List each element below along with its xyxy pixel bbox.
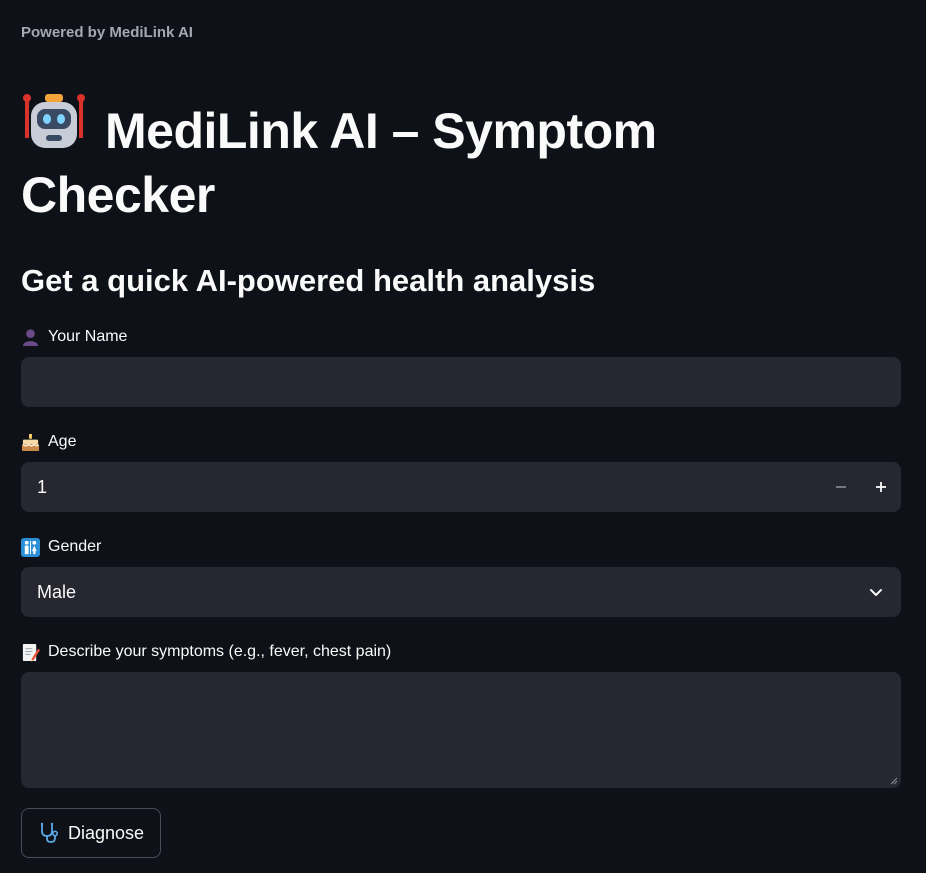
name-input[interactable] bbox=[21, 357, 901, 407]
name-label-text: Your Name bbox=[48, 328, 128, 345]
powered-by-text: Powered by MediLink AI bbox=[21, 24, 193, 41]
stethoscope-icon bbox=[40, 822, 58, 843]
age-decrement-button[interactable] bbox=[821, 462, 861, 512]
chevron-down-icon[interactable] bbox=[867, 583, 885, 601]
symptoms-label-text: Describe your symptoms (e.g., fever, che… bbox=[48, 643, 392, 660]
gender-selected-value[interactable]: Male bbox=[37, 582, 76, 603]
age-label-text: Age bbox=[48, 433, 77, 450]
age-value[interactable]: 1 bbox=[37, 477, 47, 498]
restroom-icon bbox=[21, 537, 40, 557]
symptoms-label: Describe your symptoms (e.g., fever, che… bbox=[21, 641, 391, 663]
minus-icon bbox=[836, 486, 846, 488]
gender-label: Gender bbox=[21, 536, 101, 558]
page-title: MediLink AI – Symptom Checker bbox=[21, 92, 781, 227]
page-title-text: MediLink AI – Symptom Checker bbox=[21, 103, 657, 223]
app-page: Powered by MediLink AI MediLink AI – Sym… bbox=[0, 0, 926, 873]
diagnose-button[interactable]: Diagnose bbox=[21, 808, 161, 858]
birthday-cake-icon bbox=[21, 433, 40, 451]
name-field-container bbox=[21, 357, 901, 407]
name-label: Your Name bbox=[21, 326, 127, 348]
person-silhouette-icon bbox=[22, 328, 39, 346]
age-number-input[interactable]: 1 bbox=[21, 462, 901, 512]
resize-handle-icon[interactable] bbox=[890, 777, 898, 785]
memo-icon bbox=[22, 643, 40, 662]
age-increment-button[interactable] bbox=[861, 462, 901, 512]
page-subtitle: Get a quick AI-powered health analysis bbox=[21, 263, 596, 298]
robot-icon bbox=[23, 94, 85, 148]
plus-icon bbox=[876, 482, 886, 492]
age-label: Age bbox=[21, 431, 76, 453]
symptoms-textarea[interactable] bbox=[21, 672, 901, 788]
gender-label-text: Gender bbox=[48, 538, 102, 555]
gender-select[interactable]: Male bbox=[21, 567, 901, 617]
symptoms-field-container bbox=[21, 672, 901, 788]
diagnose-button-label: Diagnose bbox=[67, 822, 145, 843]
